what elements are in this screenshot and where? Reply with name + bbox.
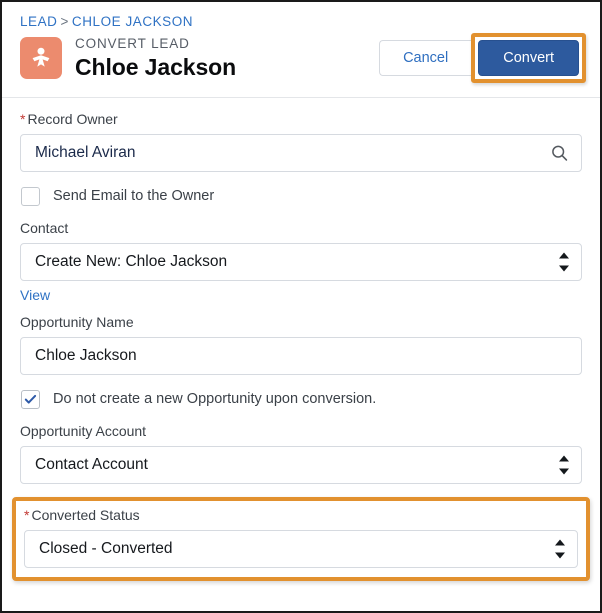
header-actions: Cancel Convert [379,33,586,83]
record-type-label: CONVERT LEAD [75,36,190,52]
field-converted-status: * Converted Status Closed - Converted [24,507,578,568]
record-owner-value: Michael Aviran [35,144,136,161]
breadcrumb-link-current[interactable]: CHLOE JACKSON [72,14,193,29]
breadcrumb-link-lead[interactable]: LEAD [20,14,57,29]
required-asterisk: * [20,111,26,127]
converted-status-label-text: Converted Status [31,507,140,523]
field-opportunity-account: Opportunity Account Contact Account [20,423,582,484]
opportunity-name-value: Chloe Jackson [35,347,137,364]
record-owner-label: * Record Owner [20,111,582,128]
opportunity-account-value: Contact Account [35,456,148,473]
record-owner-label-text: Record Owner [27,111,118,127]
required-asterisk: * [24,507,30,523]
lead-person-icon [20,37,62,79]
opportunity-account-select[interactable]: Contact Account [20,446,582,484]
converted-status-value: Closed - Converted [39,540,173,557]
converted-status-select[interactable]: Closed - Converted [24,530,578,568]
page-title: Chloe Jackson [75,53,237,80]
opportunity-account-label: Opportunity Account [20,423,147,439]
convert-button-highlight: Convert [471,33,586,83]
convert-lead-form: * Record Owner Michael Aviran Send Email … [2,98,600,581]
send-email-checkbox[interactable] [21,186,40,206]
field-opportunity-name: Opportunity Name Chloe Jackson [20,314,582,375]
send-email-checkbox-row[interactable]: Send Email to the Owner [21,185,582,207]
convert-button[interactable]: Convert [478,40,579,76]
no-opportunity-checkbox[interactable] [21,389,40,409]
convert-lead-screen: LEAD > CHLOE JACKSON CONVERT LEAD Chloe Ja… [0,0,602,613]
contact-view-link[interactable]: View [20,287,50,303]
contact-value: Create New: Chloe Jackson [35,253,228,270]
converted-status-highlight: * Converted Status Closed - Converted [12,497,590,581]
no-opportunity-checkbox-row[interactable]: Do not create a new Opportunity upon con… [21,388,582,410]
contact-label: Contact [20,220,69,236]
opportunity-name-input[interactable]: Chloe Jackson [20,337,582,375]
breadcrumb-separator: > [60,14,69,29]
converted-status-label: * Converted Status [24,507,578,524]
cancel-button[interactable]: Cancel [379,40,472,76]
breadcrumb: LEAD > CHLOE JACKSON [20,14,586,30]
page-header: LEAD > CHLOE JACKSON CONVERT LEAD Chloe Ja… [2,2,600,98]
contact-select[interactable]: Create New: Chloe Jackson [20,243,582,281]
field-record-owner: * Record Owner Michael Aviran [20,111,582,172]
identity-text: CONVERT LEAD Chloe Jackson [75,36,237,80]
field-contact: Contact Create New: Chloe Jackson View [20,220,582,305]
record-owner-input[interactable]: Michael Aviran [20,134,582,172]
opportunity-name-label: Opportunity Name [20,314,134,330]
send-email-label: Send Email to the Owner [53,188,215,204]
no-opportunity-label: Do not create a new Opportunity upon con… [53,391,377,407]
